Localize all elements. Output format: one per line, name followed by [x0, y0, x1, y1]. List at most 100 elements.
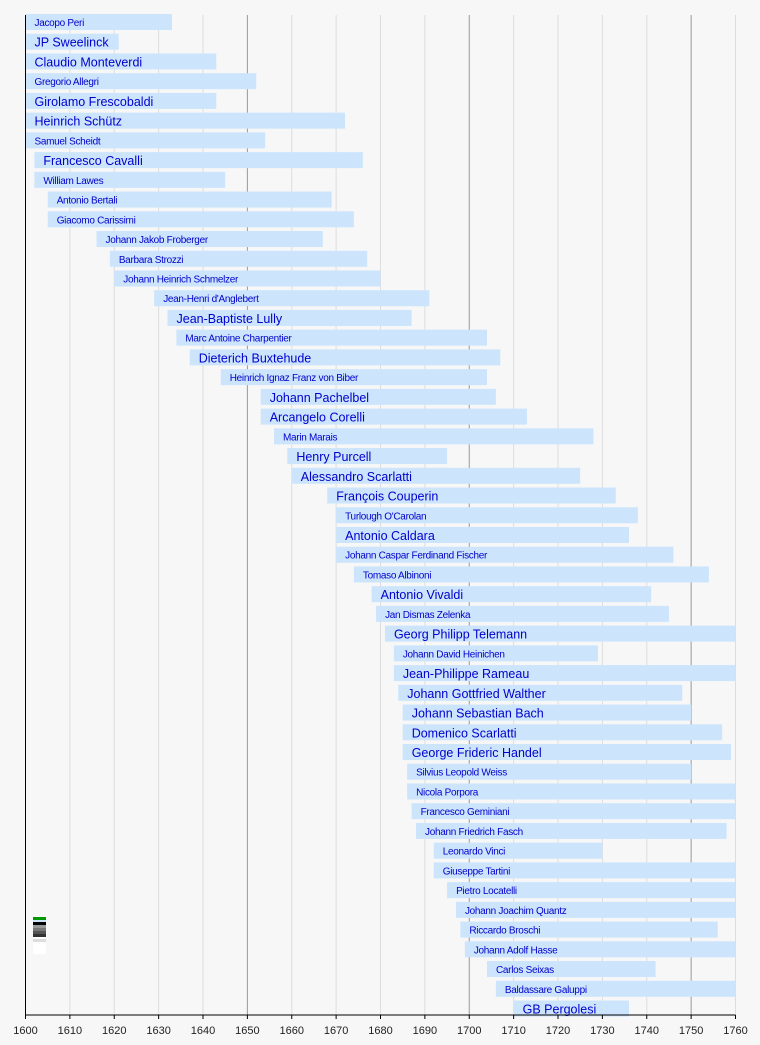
bar-row[interactable]: GB Pergolesi	[513, 1000, 629, 1017]
bar-label: Dieterich Buxtehude	[199, 351, 312, 365]
bar-label: Giacomo Carissimi	[57, 215, 136, 226]
legend-swatch	[33, 939, 46, 942]
bar-row[interactable]: Johann Jakob Froberger	[96, 231, 323, 248]
bar-label: Johann Friedrich Fasch	[425, 827, 523, 838]
bar-row[interactable]: Girolamo Frescobaldi	[25, 92, 217, 109]
x-tick-label: 1660	[280, 1025, 304, 1037]
bar-label: Johann Heinrich Schmelzer	[123, 274, 239, 285]
x-tick-label: 1760	[723, 1025, 747, 1037]
bar-label: Baldassare Galuppi	[505, 985, 587, 996]
bar-row[interactable]: Domenico Scarlatti	[402, 724, 723, 741]
x-tick-label: 1710	[501, 1025, 525, 1037]
bar-row[interactable]: Carlos Seixas	[487, 961, 656, 978]
bar-label: Giuseppe Tartini	[443, 866, 510, 877]
bar-row[interactable]: Samuel Scheidt	[25, 132, 266, 149]
bar-row[interactable]: Pietro Locatelli	[447, 882, 736, 899]
bar-label: François Couperin	[336, 490, 438, 504]
bar-label: Arcangelo Corelli	[270, 411, 365, 425]
bar-row[interactable]: Marc Antoine Charpentier	[176, 329, 487, 346]
bar-row[interactable]: Georg Philipp Telemann	[384, 625, 736, 642]
bar-row[interactable]: Jean-Baptiste Lully	[167, 309, 412, 326]
bar-row[interactable]: Jacopo Peri	[25, 14, 172, 30]
bar-row[interactable]: Johann Caspar Ferdinand Fischer	[336, 546, 674, 563]
legend-swatch	[33, 937, 46, 939]
bar-row[interactable]: Antonio Caldara	[336, 526, 629, 543]
bar-row[interactable]: Arcangelo Corelli	[260, 408, 527, 425]
bar-row[interactable]: Alessandro Scarlatti	[291, 467, 581, 484]
legend-swatch	[33, 942, 46, 954]
bar-row[interactable]: Barbara Strozzi	[109, 250, 368, 267]
legend-swatch	[33, 922, 46, 925]
legend	[33, 917, 46, 954]
legend-swatch	[33, 934, 46, 937]
bar-label: Jan Dismas Zelenka	[385, 610, 471, 621]
bar-label: Georg Philipp Telemann	[394, 628, 527, 642]
bar-row[interactable]: George Frideric Handel	[402, 744, 732, 761]
bar-label: Heinrich Schütz	[35, 115, 123, 129]
bar-row[interactable]: François Couperin	[327, 487, 616, 504]
bar-label: Antonio Caldara	[345, 529, 435, 543]
bar-label: Antonio Vivaldi	[381, 588, 463, 602]
bar-row[interactable]: Henry Purcell	[287, 448, 448, 465]
bar-row[interactable]: Leonardo Vinci	[433, 842, 603, 859]
bar-row[interactable]: Heinrich Ignaz Franz von Biber	[220, 369, 487, 386]
bar-label: Antonio Bertali	[57, 196, 118, 207]
bar-row[interactable]: Johann Joachim Quantz	[455, 901, 736, 918]
bar-row[interactable]: Turlough O'Carolan	[336, 507, 638, 524]
bar-row[interactable]: JP Sweelinck	[25, 33, 119, 50]
bar-row[interactable]: Antonio Bertali	[47, 191, 332, 208]
bar-row[interactable]: Dieterich Buxtehude	[189, 349, 501, 366]
bar-row[interactable]: Antonio Vivaldi	[371, 586, 652, 603]
legend-swatch	[33, 917, 46, 920]
bar-row[interactable]: Johann Friedrich Fasch	[416, 822, 727, 839]
bar-label: Gregorio Allegri	[35, 77, 99, 88]
x-tick-label: 1680	[368, 1025, 392, 1037]
bar-row[interactable]: Johann Gottfried Walther	[398, 684, 683, 701]
bar-row[interactable]: Johann Sebastian Bach	[402, 704, 692, 721]
x-tick-label: 1640	[191, 1025, 215, 1037]
bar-label: Jean-Henri d'Anglebert	[163, 294, 259, 305]
bar-row[interactable]: Jean-Henri d'Anglebert	[154, 290, 430, 307]
legend-swatch	[33, 931, 46, 934]
bar-row[interactable]: Gregorio Allegri	[25, 73, 257, 90]
bar-label: Francesco Geminiani	[421, 807, 510, 818]
bar-row[interactable]: Francesco Geminiani	[411, 803, 736, 820]
bar-label: Johann Gottfried Walther	[407, 687, 546, 701]
bar-label: Claudio Monteverdi	[35, 55, 143, 69]
bar-row[interactable]: Silvius Leopold Weiss	[407, 763, 692, 780]
bar-row[interactable]: Giacomo Carissimi	[47, 211, 354, 228]
x-tick-label: 1690	[413, 1025, 437, 1037]
bar-row[interactable]: Claudio Monteverdi	[25, 53, 217, 70]
bar-label: Johann David Heinichen	[403, 649, 505, 660]
bar-row[interactable]: Johann Pachelbel	[260, 388, 496, 405]
bar-label: Jean-Philippe Rameau	[403, 667, 530, 681]
x-tick-label: 1670	[324, 1025, 348, 1037]
bar-row[interactable]: Giuseppe Tartini	[433, 862, 736, 879]
bar-row[interactable]: Baldassare Galuppi	[495, 980, 736, 997]
bar-row[interactable]: Johann Heinrich Schmelzer	[114, 270, 381, 287]
legend-swatch	[33, 928, 46, 931]
bar-label: GB Pergolesi	[523, 1003, 597, 1017]
x-tick-label: 1750	[679, 1025, 703, 1037]
bar-row[interactable]: Riccardo Broschi	[460, 921, 718, 938]
bar-row[interactable]: Johann David Heinichen	[393, 645, 598, 662]
bar-row[interactable]: Johann Adolf Hasse	[464, 941, 736, 958]
x-tick-label: 1620	[102, 1025, 126, 1037]
bar-label: Jean-Baptiste Lully	[177, 312, 283, 326]
bar-label: Turlough O'Carolan	[345, 511, 426, 522]
bar-row[interactable]: Jan Dismas Zelenka	[376, 605, 669, 622]
bar-row[interactable]: William Lawes	[34, 171, 226, 188]
bar-label: Johann Sebastian Bach	[412, 707, 544, 721]
bar-label: JP Sweelinck	[35, 36, 110, 50]
x-tick-label: 1700	[457, 1025, 481, 1037]
bar-label: Marc Antoine Charpentier	[185, 334, 292, 345]
bar-row[interactable]: Heinrich Schütz	[25, 112, 346, 129]
bar-label: Alessandro Scarlatti	[301, 470, 412, 484]
bar-row[interactable]: Nicola Porpora	[407, 783, 736, 800]
bar-row[interactable]: Tomaso Albinoni	[353, 566, 709, 583]
bar-row[interactable]: Francesco Cavalli	[34, 152, 363, 169]
bar-label: Domenico Scarlatti	[412, 726, 517, 740]
timeline-chart: Jacopo Peri JP Sweelinck Claudio Monteverd…	[13, 14, 748, 1037]
bar-row[interactable]: Jean-Philippe Rameau	[393, 665, 736, 682]
bar-row[interactable]: Marin Marais	[274, 428, 594, 445]
